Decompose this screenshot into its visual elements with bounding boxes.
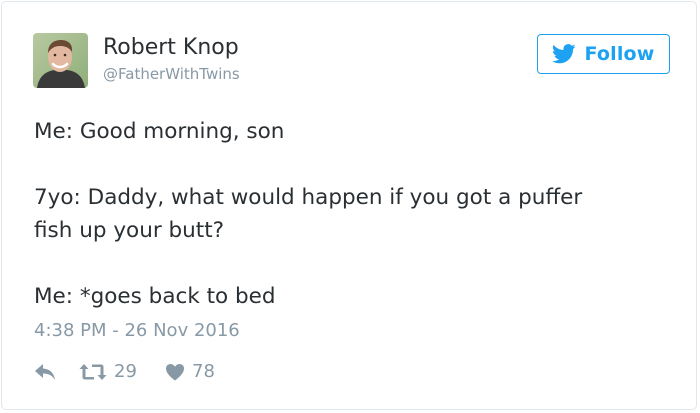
follow-label: Follow: [584, 43, 655, 65]
person-avatar-icon: [33, 33, 88, 88]
tweet-text-line-4: Me: *goes back to bed: [34, 284, 276, 309]
reply-icon: [35, 364, 55, 380]
tweet-card: Robert Knop @FatherWithTwins Follow Me: …: [1, 1, 697, 410]
retweet-count: 29: [114, 361, 137, 382]
author-name[interactable]: Robert Knop: [103, 33, 239, 63]
follow-button[interactable]: Follow: [537, 34, 670, 74]
retweet-button[interactable]: 29: [79, 359, 137, 385]
avatar[interactable]: [33, 33, 88, 88]
tweet-text-line-1: Me: Good morning, son: [34, 119, 285, 144]
bird-icon: [552, 44, 577, 64]
like-button[interactable]: 78: [165, 359, 215, 385]
reply-button[interactable]: [34, 359, 56, 385]
tweet-timestamp[interactable]: 4:38 PM - 26 Nov 2016: [34, 318, 240, 344]
heart-icon: [166, 364, 184, 381]
author-handle[interactable]: @FatherWithTwins: [103, 64, 240, 84]
like-count: 78: [192, 361, 215, 382]
tweet-text-line-2: 7yo: Daddy, what would happen if you got…: [34, 185, 583, 210]
tweet-text-line-3: fish up your butt?: [34, 218, 225, 243]
retweet-icon: [79, 364, 107, 380]
